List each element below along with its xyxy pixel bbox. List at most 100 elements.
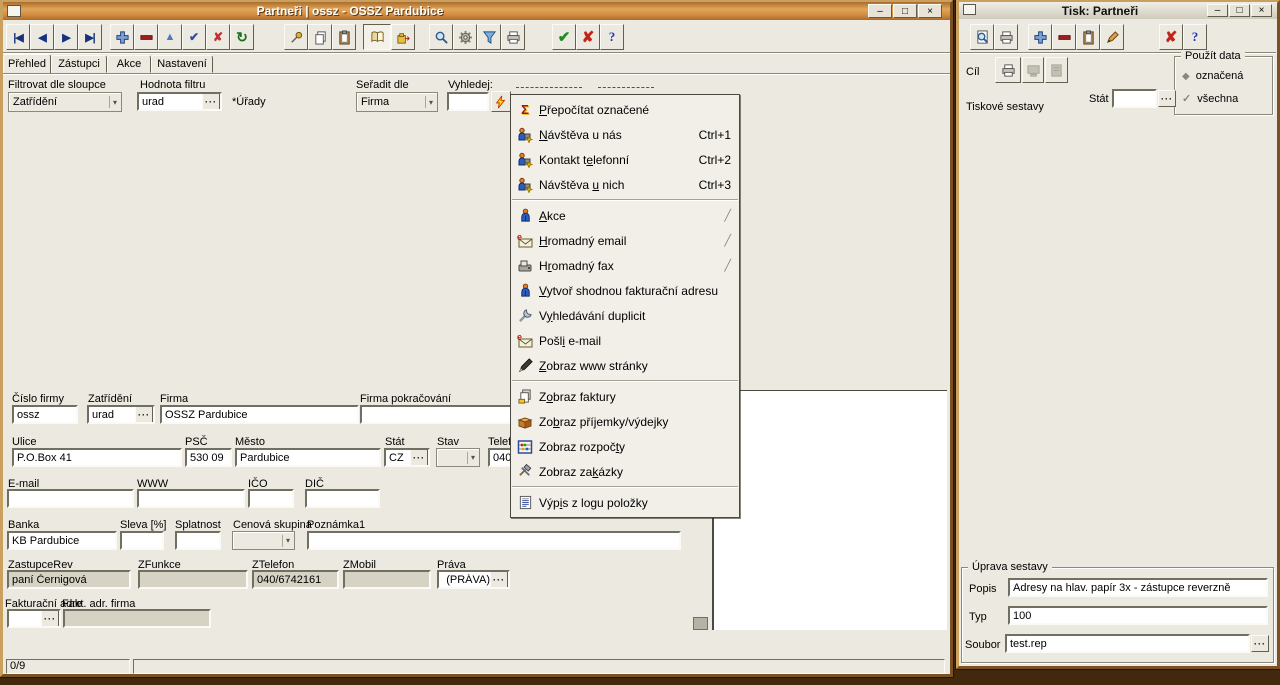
sort-select[interactable]: Firma ▾ [356,92,438,112]
tab-zástupci[interactable]: Zástupci [51,55,107,73]
menu-item[interactable]: Výpis z logu položky [511,490,739,515]
zatrideni-field[interactable]: urad··· [87,405,155,424]
storno-button[interactable]: ✘ [576,24,600,50]
catalog-button[interactable] [363,24,391,50]
ulice-field[interactable]: P.O.Box 41 [12,448,182,467]
first-button[interactable]: |◀ [6,24,30,50]
email-field[interactable] [7,489,134,508]
stat-browse-button[interactable]: ··· [1158,90,1176,107]
print-help-button[interactable]: ? [1183,24,1207,50]
menu-item[interactable]: Zobraz rozpočty [511,434,739,459]
splitter-grip[interactable] [693,617,708,630]
use-data-marked-option[interactable]: ◆ označená [1182,70,1243,82]
main-window-icon[interactable] [7,5,21,17]
copy-button[interactable] [308,24,332,50]
filter-button[interactable] [477,24,501,50]
post-button[interactable]: ✔ [182,24,206,50]
zatrideni-browse-button[interactable]: ··· [135,406,153,423]
stav-field[interactable]: ▾ [436,448,480,467]
cancel-button[interactable]: ✘ [206,24,230,50]
chevron-down-icon[interactable]: ▾ [109,96,117,108]
prava-browse-button[interactable]: ··· [490,571,508,588]
soubor-browse-button[interactable]: ··· [1251,635,1269,652]
splatnost-field[interactable] [175,531,221,550]
help-button[interactable]: ? [600,24,624,50]
transfer-button[interactable] [391,24,415,50]
chevron-down-icon[interactable]: ▾ [425,96,433,108]
dic-field[interactable] [305,489,380,508]
menu-item[interactable]: Zobraz www stránky [511,353,739,378]
menu-item[interactable]: ΣPřepočítat označené [511,97,739,122]
print-window-icon[interactable] [963,4,976,15]
refresh-button[interactable]: ↻ [230,24,254,50]
menu-item[interactable]: ePošli e-mail [511,328,739,353]
soubor-input[interactable]: test.rep [1005,634,1250,653]
edit-button[interactable]: ▲ [158,24,182,50]
fakt_adr_firma-field[interactable] [63,609,211,628]
delete-button[interactable] [134,24,158,50]
tab-akce[interactable]: Akce [107,55,151,73]
print-preview-button[interactable] [970,24,994,50]
print-delete-button[interactable] [1052,24,1076,50]
tab-nastavení[interactable]: Nastavení [151,55,213,73]
fakturacni_adresa-field[interactable]: ··· [7,609,61,628]
stat-browse-button[interactable]: ··· [410,449,428,466]
zastupcerev-field[interactable]: paní Černigová [7,570,131,589]
menu-item[interactable]: Zobraz zakázky [511,459,739,484]
cenova_skupina-field[interactable]: ▾ [232,531,295,550]
prior-button[interactable]: ◀ [30,24,54,50]
target-screen-button[interactable] [1022,57,1044,83]
stat-input[interactable] [1112,89,1157,108]
print-paste-button[interactable] [1076,24,1100,50]
fakturacni_adresa-browse-button[interactable]: ··· [41,610,59,627]
maximize-button[interactable]: □ [1229,4,1250,17]
chevron-down-icon[interactable]: ▾ [282,535,290,547]
zfunkce-field[interactable] [138,570,248,589]
menu-item[interactable]: Zobraz faktury [511,384,739,409]
settings-button[interactable] [453,24,477,50]
search-button[interactable] [429,24,453,50]
prava-field[interactable]: (PRÁVA)··· [437,570,510,589]
print-storno-button[interactable]: ✘ [1159,24,1183,50]
chevron-down-icon[interactable]: ▾ [467,452,475,464]
filter-value-input[interactable]: urad ··· [137,92,222,111]
psc-field[interactable]: 530 09 [185,448,232,467]
sleva-field[interactable] [120,531,164,550]
minimize-button[interactable]: – [868,4,892,18]
menu-item[interactable]: Akce╱ [511,203,739,228]
print-button[interactable] [501,24,525,50]
popis-input[interactable]: Adresy na hlav. papír 3x - zástupce reve… [1008,578,1268,597]
stat-field[interactable]: CZ··· [384,448,430,467]
mesto-field[interactable]: Pardubice [235,448,381,467]
print-print-button[interactable] [994,24,1018,50]
tab-přehled[interactable]: Přehled [3,54,51,74]
target-printer-button[interactable] [995,57,1021,83]
minimize-button[interactable]: – [1207,4,1228,17]
close-button[interactable]: × [918,4,942,18]
menu-item[interactable]: Návštěva u nichCtrl+3 [511,172,739,197]
menu-item[interactable]: eHromadný email╱ [511,228,739,253]
target-file-button[interactable] [1045,57,1068,83]
close-button[interactable]: × [1251,4,1272,17]
menu-item[interactable]: Kontakt telefonníCtrl+2 [511,147,739,172]
search-go-button[interactable] [491,91,511,112]
use-data-all-option[interactable]: ✓ všechna [1182,92,1238,105]
last-button[interactable]: ▶| [78,24,102,50]
banka-field[interactable]: KB Pardubice [7,531,117,550]
menu-item[interactable]: Vyhledávání duplicit [511,303,739,328]
firma-field[interactable]: OSSZ Pardubice [160,405,359,424]
ztelefon-field[interactable]: 040/6742161 [252,570,339,589]
cislo_firmy-field[interactable]: ossz [12,405,78,424]
maximize-button[interactable]: □ [893,4,917,18]
notes-panel[interactable] [712,390,947,630]
menu-item[interactable]: Hromadný fax╱ [511,253,739,278]
ico-field[interactable] [248,489,294,508]
next-button[interactable]: ▶ [54,24,78,50]
menu-item[interactable]: Vytvoř shodnou fakturační adresu [511,278,739,303]
menu-item[interactable]: Zobraz příjemky/výdejky [511,409,739,434]
insert-button[interactable] [110,24,134,50]
filter-value-browse-button[interactable]: ··· [202,93,220,110]
filter-column-select[interactable]: Zatřídění ▾ [8,92,122,112]
typ-input[interactable]: 100 [1008,606,1268,625]
ok-button[interactable]: ✔ [552,24,576,50]
